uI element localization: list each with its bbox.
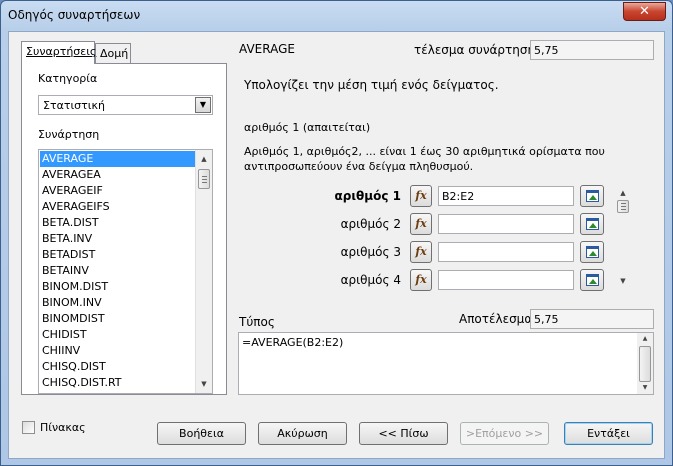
- arrow-up-icon: [589, 223, 597, 228]
- argument-title: αριθμός 1 (απαιτείται): [244, 121, 371, 134]
- function-label: Συνάρτηση: [38, 128, 100, 141]
- function-result-label: τέλεσμα συνάρτησης: [414, 43, 543, 57]
- matrix-checkbox[interactable]: [22, 421, 35, 434]
- category-selected-value: Στατιστική: [43, 99, 105, 112]
- function-list-item[interactable]: AVERAGE: [40, 151, 195, 167]
- back-button[interactable]: << Πίσω: [359, 422, 448, 445]
- function-list-item[interactable]: CHISQ.DIST.RT: [40, 375, 195, 391]
- function-list-item[interactable]: BINOM.INV: [40, 295, 195, 311]
- chevron-down-icon[interactable]: ▼: [195, 97, 211, 113]
- grip-line: [621, 206, 626, 207]
- window-title: Οδηγός συναρτήσεων: [8, 8, 141, 22]
- tab-structure-label: Δομή: [100, 47, 129, 60]
- arguments-scrollbar[interactable]: ▲ ▼: [615, 185, 630, 289]
- scroll-down-icon[interactable]: ▼: [196, 376, 212, 392]
- category-select[interactable]: Στατιστική ▼: [38, 95, 213, 115]
- function-wizard-window: Οδηγός συναρτήσεων ✕ Συναρτήσεις Δομή Κα…: [0, 0, 673, 466]
- function-list-item[interactable]: BETADIST: [40, 247, 195, 263]
- function-list-item[interactable]: CHIINV: [40, 343, 195, 359]
- argument-input[interactable]: B2:E2: [438, 186, 574, 206]
- shrink-dialog-button[interactable]: [580, 269, 604, 291]
- function-list-item[interactable]: BINOM.DIST: [40, 279, 195, 295]
- function-list-item[interactable]: AVERAGEIF: [40, 183, 195, 199]
- matrix-checkbox-label: Πίνακας: [40, 421, 86, 434]
- argument-input[interactable]: [438, 214, 574, 234]
- tab-functions-label: Συναρτήσεις: [26, 45, 97, 58]
- shrink-dialog-button[interactable]: [580, 241, 604, 263]
- formula-textarea[interactable]: =AVERAGE(B2:E2) ▲ ▼: [238, 332, 654, 395]
- formula-text: =AVERAGE(B2:E2): [242, 336, 344, 349]
- grip-line: [202, 182, 207, 183]
- function-name: AVERAGE: [239, 42, 295, 56]
- close-button[interactable]: ✕: [623, 2, 666, 21]
- function-list-item[interactable]: BETA.INV: [40, 231, 195, 247]
- function-list-item[interactable]: CHISQ.INV: [40, 391, 195, 393]
- arrow-up-icon: [589, 279, 597, 284]
- tab-functions[interactable]: Συναρτήσεις: [21, 41, 97, 64]
- title-bar[interactable]: Οδηγός συναρτήσεων ✕: [1, 1, 672, 31]
- formula-result-label: Αποτέλεσμα: [459, 312, 533, 326]
- function-fx-icon[interactable]: fx: [410, 185, 432, 207]
- function-list-item[interactable]: AVERAGEIFS: [40, 199, 195, 215]
- arrow-up-icon: [589, 195, 597, 200]
- formula-result-field: 5,75: [530, 309, 654, 329]
- shrink-dialog-button[interactable]: [580, 185, 604, 207]
- function-listbox[interactable]: AVERAGE AVERAGEA AVERAGEIF AVERAGEIFS BETA.D…: [38, 149, 213, 394]
- formula-scrollbar[interactable]: ▲ ▼: [637, 333, 653, 394]
- grip-line: [202, 179, 207, 180]
- scroll-up-icon[interactable]: ▲: [615, 185, 631, 201]
- argument-input[interactable]: [438, 270, 574, 290]
- argument-description: Αριθμός 1, αριθμός2, ... είναι 1 έως 30 …: [244, 145, 605, 173]
- argument-label: αριθμός 1: [334, 189, 401, 203]
- cancel-button[interactable]: Ακύρωση: [258, 422, 347, 445]
- functions-tab-panel: Κατηγορία Στατιστική ▼ Συνάρτηση AVERAGE…: [21, 63, 227, 395]
- function-result-field: 5,75: [530, 40, 654, 60]
- scroll-thumb[interactable]: [198, 169, 210, 189]
- function-fx-icon[interactable]: fx: [410, 213, 432, 235]
- scroll-up-icon[interactable]: ▲: [196, 151, 212, 167]
- function-list-item[interactable]: CHIDIST: [40, 327, 195, 343]
- scroll-thumb[interactable]: [639, 346, 651, 382]
- grip-line: [621, 209, 626, 210]
- function-fx-icon[interactable]: fx: [410, 269, 432, 291]
- dialog-client: Συναρτήσεις Δομή Κατηγορία Στατιστική ▼ …: [8, 31, 665, 459]
- function-list-item[interactable]: AVERAGEA: [40, 167, 195, 183]
- function-items: AVERAGE AVERAGEA AVERAGEIF AVERAGEIFS BETA.D…: [40, 151, 195, 393]
- ok-button[interactable]: Εντάξει: [564, 422, 653, 445]
- argument-label: αριθμός 4: [340, 273, 401, 287]
- scroll-up-icon[interactable]: ▲: [637, 333, 653, 345]
- function-list-item[interactable]: BETAINV: [40, 263, 195, 279]
- grip-line: [202, 176, 207, 177]
- function-list-item[interactable]: CHISQ.DIST: [40, 359, 195, 375]
- formula-label: Τύπος: [239, 315, 275, 329]
- next-button[interactable]: >Επόμενο >>: [460, 422, 549, 445]
- scroll-down-icon[interactable]: ▼: [637, 382, 653, 394]
- argument-label: αριθμός 3: [340, 245, 401, 259]
- function-list-item[interactable]: BETA.DIST: [40, 215, 195, 231]
- argument-label: αριθμός 2: [340, 217, 401, 231]
- function-description: Υπολογίζει την μέση τιμή ενός δείγματος.: [244, 78, 499, 92]
- scroll-thumb[interactable]: [617, 200, 629, 213]
- help-button[interactable]: Βοήθεια: [157, 422, 246, 445]
- tab-structure[interactable]: Δομή: [95, 43, 131, 63]
- function-list-item[interactable]: BINOMDIST: [40, 311, 195, 327]
- shrink-dialog-button[interactable]: [580, 213, 604, 235]
- grip-line: [621, 203, 626, 204]
- function-list-scrollbar[interactable]: ▲ ▼: [195, 150, 212, 393]
- category-label: Κατηγορία: [38, 72, 98, 85]
- arrow-up-icon: [589, 251, 597, 256]
- argument-input[interactable]: [438, 242, 574, 262]
- scroll-down-icon[interactable]: ▼: [615, 273, 631, 289]
- function-fx-icon[interactable]: fx: [410, 241, 432, 263]
